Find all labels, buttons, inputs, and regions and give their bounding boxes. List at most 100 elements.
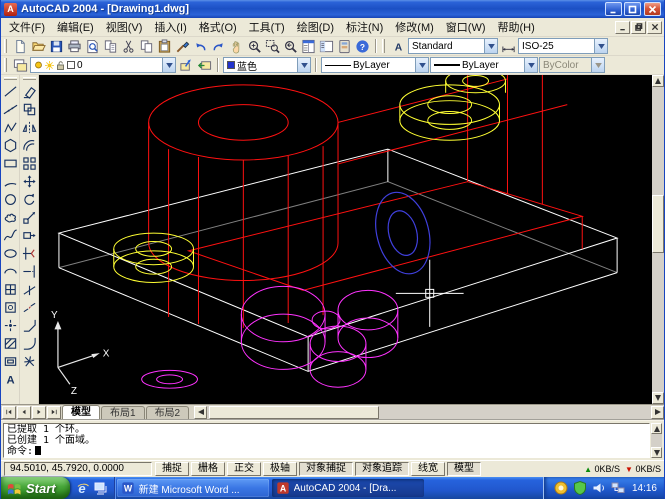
ellipse-icon[interactable] [1,244,19,262]
menu-item-3[interactable]: 插入(I) [148,18,192,36]
qnew-icon[interactable] [11,38,29,55]
linetype-combo[interactable]: ByLayer [321,57,429,73]
horizontal-scrollbar[interactable] [194,406,664,419]
layer-properties-manager-icon[interactable] [11,57,29,74]
hatch-icon[interactable] [1,334,19,352]
command-scrollbar[interactable] [651,423,662,458]
coordinate-display[interactable]: 94.5010, 45.7920, 0.0000 [4,462,152,476]
dim-style-combo[interactable]: ISO-25 [518,38,608,54]
array-icon[interactable] [20,154,38,172]
pan-realtime-icon[interactable] [227,38,245,55]
help-icon[interactable]: ? [353,38,371,55]
menu-item-1[interactable]: 编辑(E) [51,18,100,36]
toggle-线宽[interactable]: 线宽 [411,462,445,476]
text-style-icon[interactable]: A [389,38,407,55]
command-text-area[interactable]: 已提取 1 个环。已创建 1 个面域。 命令: [3,423,650,458]
document-close-button[interactable] [647,21,662,34]
plot-icon[interactable] [65,38,83,55]
color-combo[interactable]: 蓝色 [223,57,311,73]
layer-previous-icon[interactable] [195,57,213,74]
toolbar-grip[interactable] [4,39,7,53]
multiline-text-icon[interactable]: A [1,370,19,388]
clock[interactable]: 14:16 [632,483,657,494]
horizontal-scroll-track[interactable] [207,406,651,419]
extend-icon[interactable] [20,262,38,280]
polyline-icon[interactable] [1,118,19,136]
polygon-icon[interactable] [1,136,19,154]
paste-icon[interactable] [155,38,173,55]
tab-last-icon[interactable] [47,406,61,419]
menu-item-10[interactable]: 帮助(H) [492,18,541,36]
scroll-up-icon[interactable] [651,423,662,434]
horizontal-scroll-thumb[interactable] [209,406,379,419]
tab-first-icon[interactable] [2,406,16,419]
menu-item-9[interactable]: 窗口(W) [440,18,492,36]
construction-line-icon[interactable] [1,100,19,118]
lineweight-combo[interactable]: ByLayer [430,57,538,73]
toggle-栅格[interactable]: 栅格 [191,462,225,476]
menu-item-4[interactable]: 格式(O) [193,18,243,36]
dropdown-arrow-icon[interactable] [484,39,497,53]
toggle-对象追踪[interactable]: 对象追踪 [355,462,409,476]
tool-palettes-icon[interactable] [335,38,353,55]
tray-network-icon[interactable] [610,480,626,496]
undo-icon[interactable] [191,38,209,55]
open-icon[interactable] [29,38,47,55]
cut-icon[interactable] [119,38,137,55]
plot-preview-icon[interactable] [83,38,101,55]
show-desktop-icon[interactable] [93,480,109,496]
menu-item-6[interactable]: 绘图(D) [291,18,340,36]
zoom-previous-icon[interactable] [281,38,299,55]
toggle-正交[interactable]: 正交 [227,462,261,476]
text-style-combo[interactable]: Standard [408,38,498,54]
move-icon[interactable] [20,172,38,190]
menu-item-2[interactable]: 视图(V) [100,18,149,36]
make-block-icon[interactable] [1,298,19,316]
toolbar-grip[interactable] [4,77,17,80]
scale-icon[interactable] [20,208,38,226]
command-prompt-line[interactable]: 命令: [7,446,646,457]
tray-antivirus-icon[interactable] [572,480,588,496]
dropdown-arrow-icon[interactable] [594,39,607,53]
toggle-捕捉[interactable]: 捕捉 [155,462,189,476]
start-button[interactable]: Start [1,477,70,499]
break-at-point-icon[interactable] [20,280,38,298]
scroll-down-icon[interactable] [651,447,662,458]
arc-icon[interactable] [1,172,19,190]
break-icon[interactable] [20,298,38,316]
scroll-up-icon[interactable] [652,75,664,87]
dim-style-icon[interactable] [499,38,517,55]
tray-volume-icon[interactable] [591,480,607,496]
redo-icon[interactable] [209,38,227,55]
minimize-button[interactable] [605,2,622,16]
taskbar-item-0[interactable]: W新建 Microsoft Word ... [117,479,269,497]
ellipse-arc-icon[interactable] [1,262,19,280]
scroll-right-icon[interactable] [651,406,664,419]
toggle-对象捕捉[interactable]: 对象捕捉 [299,462,353,476]
vertical-scroll-track[interactable] [652,87,664,392]
scroll-left-icon[interactable] [194,406,207,419]
chamfer-icon[interactable] [20,316,38,334]
rotate-icon[interactable] [20,190,38,208]
command-scroll-track[interactable] [651,434,662,447]
stretch-icon[interactable] [20,226,38,244]
erase-icon[interactable] [20,82,38,100]
publish-icon[interactable] [101,38,119,55]
dropdown-arrow-icon[interactable] [415,58,428,72]
revision-cloud-icon[interactable] [1,208,19,226]
copy-object-icon[interactable] [20,100,38,118]
tab-布局1[interactable]: 布局1 [101,406,145,419]
fillet-icon[interactable] [20,334,38,352]
internet-explorer-icon[interactable]: e [75,480,91,496]
insert-block-icon[interactable] [1,280,19,298]
menu-item-5[interactable]: 工具(T) [243,18,291,36]
designcenter-icon[interactable] [317,38,335,55]
toolbar-grip[interactable] [382,39,385,53]
line-icon[interactable] [1,82,19,100]
point-icon[interactable] [1,316,19,334]
trim-icon[interactable] [20,244,38,262]
tab-布局2[interactable]: 布局2 [146,406,190,419]
zoom-realtime-icon[interactable] [245,38,263,55]
document-minimize-button[interactable] [615,21,630,34]
make-object-layer-current-icon[interactable] [177,57,195,74]
